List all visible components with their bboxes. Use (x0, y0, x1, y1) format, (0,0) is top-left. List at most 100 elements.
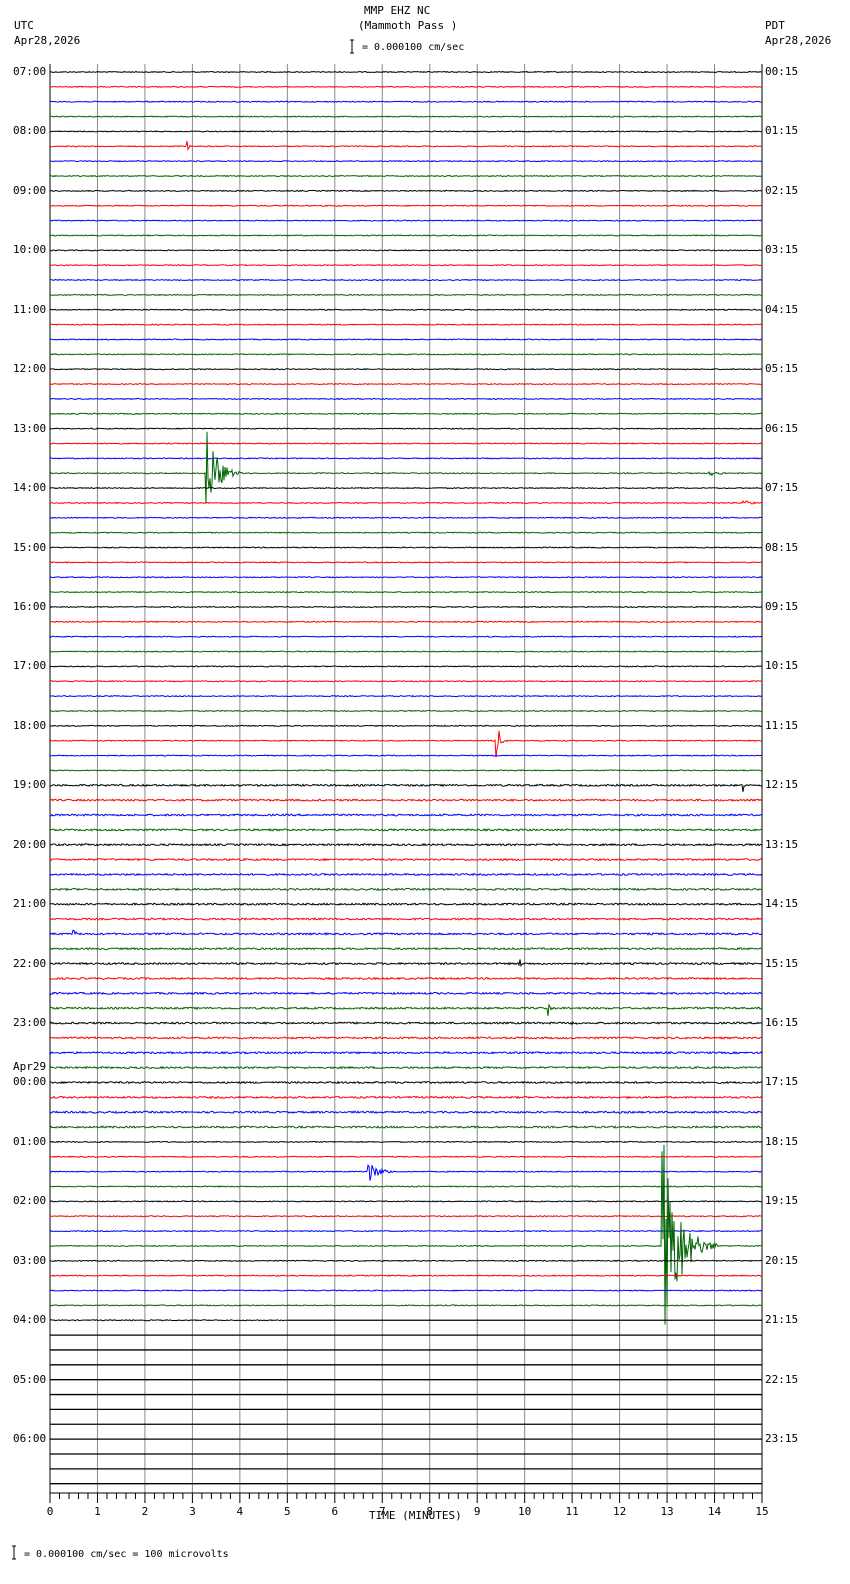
seismic-trace (49, 457, 763, 460)
seismic-trace (49, 546, 763, 549)
seismic-trace (49, 730, 763, 758)
pdt-time-label: 09:15 (765, 599, 799, 613)
utc-time-label: 12:00 (13, 362, 47, 376)
x-tick-label: 3 (189, 1505, 196, 1518)
seismic-trace (49, 1095, 763, 1100)
seismic-trace (49, 842, 763, 847)
pdt-time-label: 16:15 (765, 1016, 799, 1030)
utc-time-label: 14:00 (13, 481, 47, 495)
seismic-trace (50, 620, 763, 623)
x-tick-label: 2 (142, 1505, 149, 1518)
seismic-trace (49, 516, 763, 519)
utc-time-label: 20:00 (13, 837, 47, 851)
seismic-trace (49, 431, 763, 504)
utc-time-label: 18:00 (13, 718, 47, 732)
seismic-trace (49, 115, 763, 118)
utc-time-label: 19:00 (13, 778, 47, 792)
seismic-trace (49, 650, 763, 653)
utc-time-label: 10:00 (13, 243, 47, 257)
seismic-trace (49, 1050, 763, 1055)
pdt-time-label: 20:15 (765, 1253, 799, 1267)
pdt-time-label: 03:15 (765, 243, 799, 257)
pdt-time-label: 04:15 (765, 302, 799, 316)
pdt-time-label: 02:15 (765, 183, 799, 197)
utc-time-label: 15:00 (13, 540, 47, 554)
seismic-trace (49, 234, 762, 237)
seismic-trace (49, 1200, 762, 1203)
seismic-trace (49, 323, 763, 326)
pdt-time-label: 05:15 (765, 362, 799, 376)
seismic-trace (49, 1003, 763, 1016)
date-change-label: Apr29 (13, 1060, 47, 1074)
seismic-trace (49, 486, 763, 490)
seismic-trace (49, 1259, 763, 1262)
seismic-trace (49, 1304, 763, 1307)
utc-time-label: 02:00 (13, 1194, 47, 1208)
helicorder-plot: 0 1 2 3 4 5 6 7 8 9 10 11 12 13 14 15 (12, 39, 769, 1560)
x-tick-label: 9 (474, 1505, 481, 1518)
seismic-trace (50, 709, 762, 713)
seismic-trace (49, 887, 763, 892)
pdt-time-label: 21:15 (765, 1313, 799, 1327)
pdt-time-label: 10:15 (765, 659, 799, 673)
x-tick-label: 5 (284, 1505, 291, 1518)
utc-time-label: 06:00 (13, 1432, 47, 1446)
pdt-time-label: 00:15 (765, 65, 799, 78)
seismic-trace (49, 85, 763, 89)
seismic-trace (49, 1229, 763, 1233)
seismic-trace (50, 902, 763, 906)
seismic-trace (49, 204, 763, 207)
seismic-trace (49, 412, 763, 415)
utc-time-label: 00:00 (13, 1075, 47, 1089)
x-tick-label: 11 (566, 1505, 579, 1518)
seismic-trace (49, 1140, 763, 1144)
x-tick-label: 7 (379, 1505, 386, 1518)
seismic-trace (49, 929, 763, 936)
seismic-trace (49, 1319, 288, 1322)
x-tick-label: 14 (708, 1505, 722, 1518)
x-tick-label: 10 (518, 1505, 531, 1518)
pdt-time-label: 12:15 (765, 778, 799, 792)
utc-time-label: 16:00 (13, 599, 47, 613)
seismic-trace (49, 442, 763, 445)
utc-time-label: 08:00 (13, 124, 47, 138)
footer-scale-bar-icon (12, 1545, 16, 1560)
x-tick-label: 8 (426, 1505, 433, 1518)
pdt-time-label: 06:15 (765, 421, 799, 435)
pdt-time-label: 18:15 (765, 1134, 799, 1148)
utc-time-label: 09:00 (13, 183, 47, 197)
seismic-trace (49, 1110, 762, 1115)
seismic-trace (49, 397, 763, 401)
scale-bar-icon (350, 39, 354, 54)
seismic-trace (50, 1185, 763, 1188)
seismic-trace (49, 368, 763, 371)
seismic-trace (49, 1080, 763, 1085)
seismic-trace (49, 917, 763, 921)
x-tick-label: 15 (755, 1505, 768, 1518)
pdt-time-label: 11:15 (765, 718, 799, 732)
utc-time-label: 22:00 (13, 956, 47, 970)
seismic-trace (49, 160, 763, 163)
seismic-trace (49, 382, 763, 386)
pdt-time-label: 13:15 (765, 837, 799, 851)
seismic-trace (49, 872, 763, 877)
seismic-trace (49, 576, 763, 579)
seismic-trace (49, 189, 763, 193)
seismic-trace (49, 635, 763, 638)
seismic-trace (49, 1125, 763, 1129)
seismic-trace (49, 353, 762, 356)
utc-time-label: 17:00 (13, 659, 47, 673)
seismic-trace (49, 1163, 763, 1181)
utc-time-label: 07:00 (13, 65, 47, 78)
x-tick-label: 12 (613, 1505, 626, 1518)
pdt-time-label: 17:15 (765, 1075, 799, 1089)
seismic-trace (49, 264, 763, 267)
pdt-time-label: 22:15 (765, 1372, 799, 1386)
seismic-trace (49, 828, 763, 832)
seismic-trace (49, 959, 763, 967)
seismic-trace (49, 174, 763, 178)
seismic-trace (49, 1274, 763, 1277)
seismic-trace (49, 946, 763, 951)
seismic-trace (49, 219, 763, 222)
utc-time-label: 13:00 (13, 421, 47, 435)
